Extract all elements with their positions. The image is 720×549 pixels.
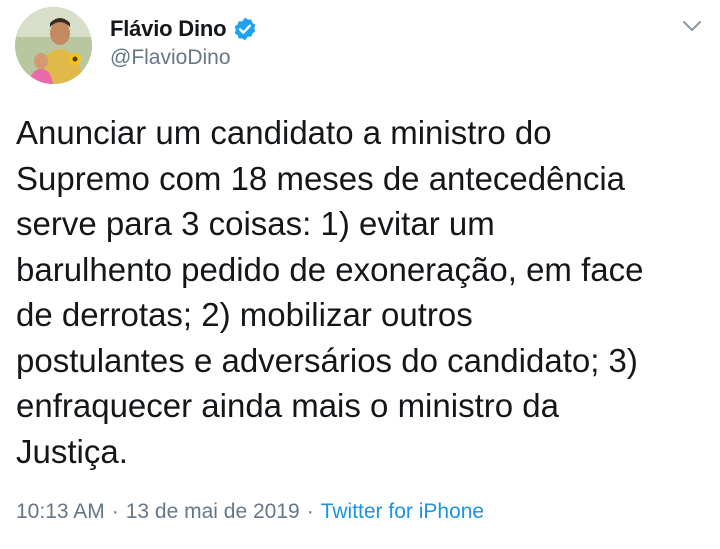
chevron-down-icon[interactable] [680,16,704,36]
author-name[interactable]: Flávio Dino [110,16,227,42]
profile-photo-icon [15,7,92,84]
tweet-date[interactable]: 13 de mai de 2019 [126,500,300,523]
author-handle[interactable]: @FlavioDino [110,46,231,70]
author-name-row: Flávio Dino [110,14,258,44]
meta-separator: · [111,500,119,523]
tweet-time[interactable]: 10:13 AM [16,500,105,523]
avatar[interactable] [15,7,92,84]
tweet-text: Anunciar um candidato a ministro do Supr… [16,114,644,470]
tweet-card: Flávio Dino @FlavioDino Anunciar um cand… [0,0,720,549]
meta-separator: · [306,500,314,523]
tweet-meta: 10:13 AM · 13 de mai de 2019 · Twitter for i… [16,500,484,524]
verified-badge-icon [232,16,258,42]
tweet-source-link[interactable]: Twitter for iPhone [321,500,484,523]
